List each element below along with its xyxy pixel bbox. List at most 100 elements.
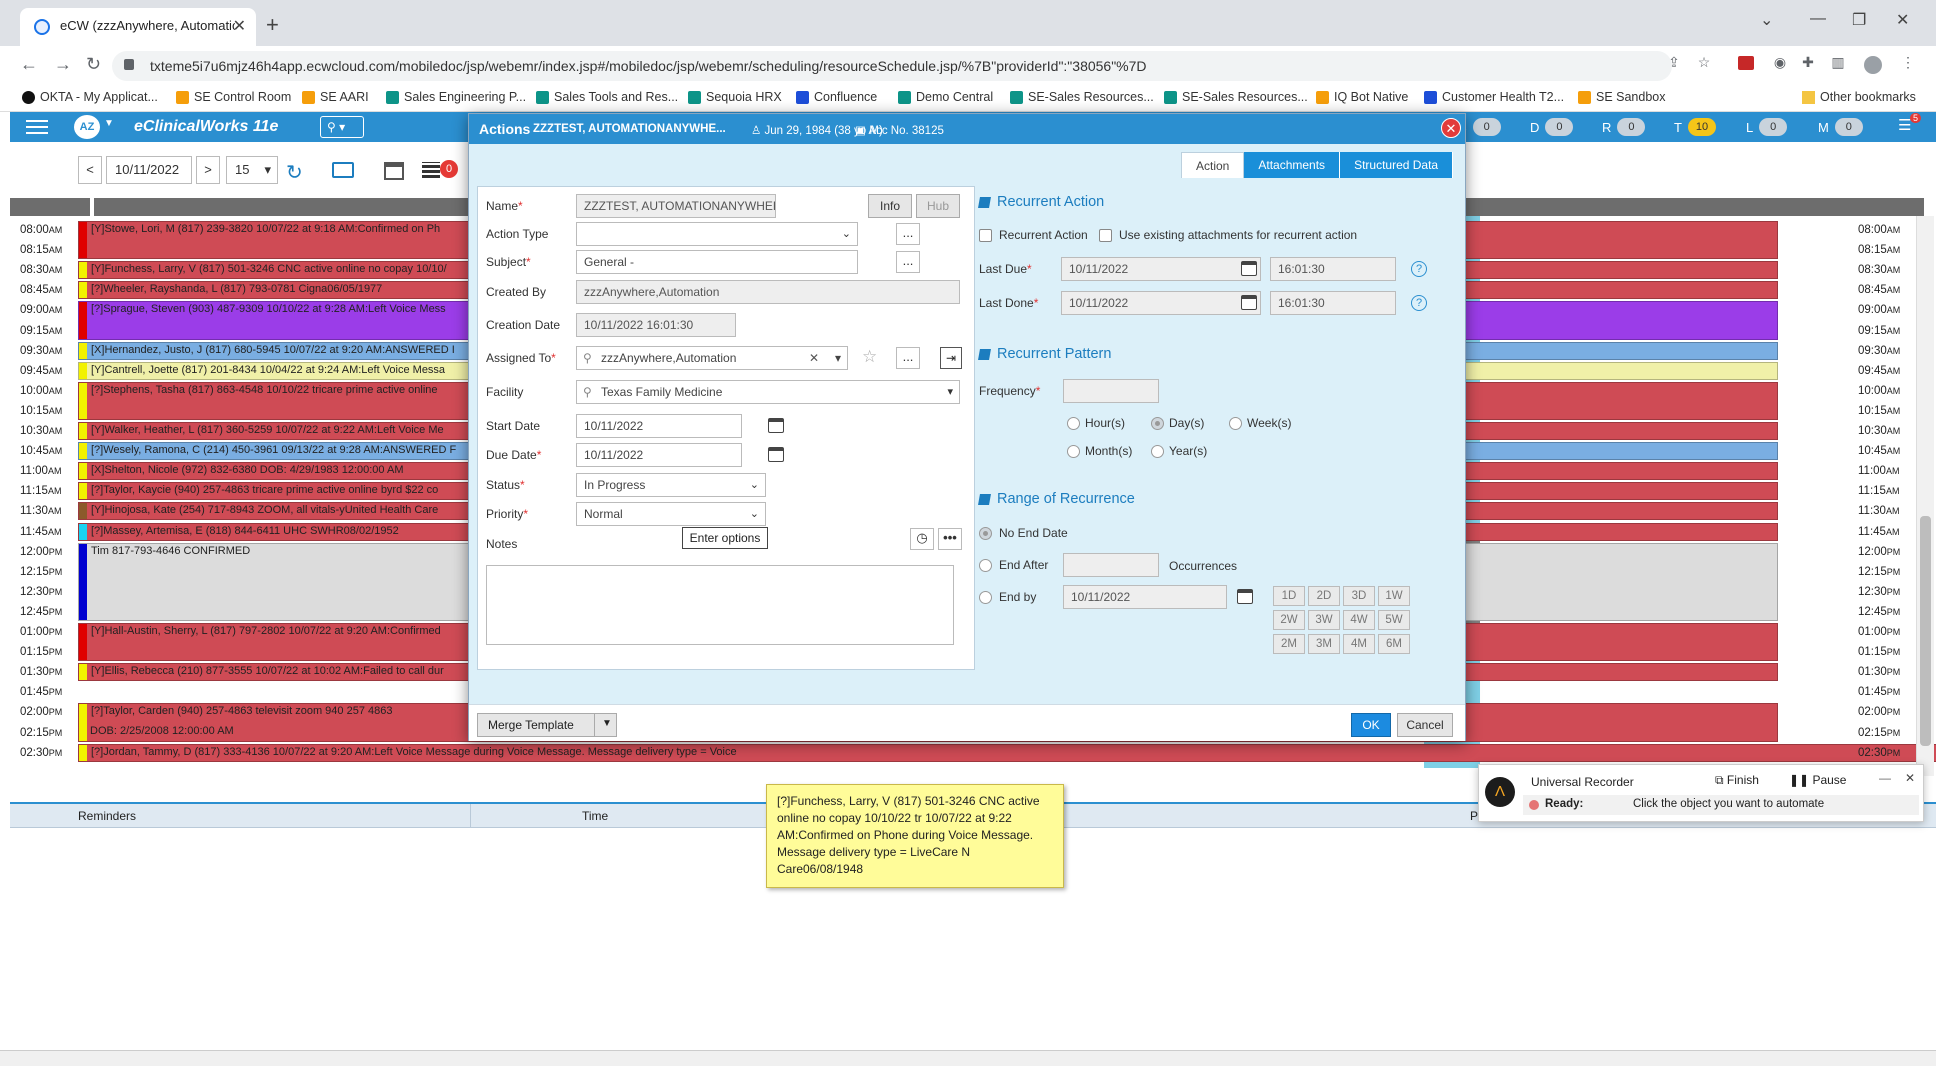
priority-select[interactable]: Normal ⌄ [576,502,766,526]
bookmark-item[interactable]: OKTA - My Applicat... [22,90,158,104]
calendar-icon[interactable] [768,447,784,462]
bookmark-item[interactable]: SE-Sales Resources... [1010,90,1154,104]
quick-range-1w-button[interactable]: 1W [1378,586,1410,606]
favorite-star-icon[interactable]: ☆ [862,347,877,367]
schedule-date-field[interactable]: 10/11/2022 [106,156,192,184]
quick-range-3w-button[interactable]: 3W [1308,610,1340,630]
quick-range-6m-button[interactable]: 6M [1378,634,1410,654]
end-by-date-field[interactable]: 10/11/2022 [1063,585,1227,609]
menu-kebab-icon[interactable]: ⋮ [1900,54,1916,70]
end-after-radio[interactable] [979,559,992,572]
browser-tab[interactable]: eCW (zzzAnywhere, Automation ✕ [20,8,256,46]
next-day-button[interactable]: > [196,156,220,184]
assign-to-self-icon[interactable]: ⇥ [940,347,962,369]
refresh-icon[interactable]: ↻ [286,160,303,185]
profile-avatar[interactable] [1864,56,1882,74]
due-date-field[interactable]: 10/11/2022 [576,443,742,467]
hamburger-menu-icon[interactable] [26,120,48,134]
action-type-select[interactable]: ⌄ [576,222,858,246]
pause-button[interactable]: ❚❚ Pause [1789,773,1846,787]
help-icon[interactable]: ? [1411,295,1427,311]
quick-range-5w-button[interactable]: 5W [1378,610,1410,630]
chevron-down-icon[interactable]: ▾ [835,347,841,369]
info-button[interactable]: Info [868,194,912,218]
last-due-time-field[interactable]: 16:01:30 [1270,257,1396,281]
hours-radio[interactable] [1067,417,1080,430]
bookmark-item[interactable]: Sales Tools and Res... [536,90,678,104]
dialog-close-icon[interactable]: ✕ [1441,118,1461,138]
calendar-icon[interactable] [1237,589,1253,604]
ok-button[interactable]: OK [1351,713,1391,737]
quick-range-4w-button[interactable]: 4W [1343,610,1375,630]
quick-range-3d-button[interactable]: 3D [1343,586,1375,606]
quick-range-1d-button[interactable]: 1D [1273,586,1305,606]
calendar-icon[interactable] [768,418,784,433]
minimize-icon[interactable]: — [1810,10,1826,28]
bookmark-item[interactable]: SE AARI [302,90,369,104]
interval-select[interactable]: 15 ▾ [226,156,278,184]
months-radio[interactable] [1067,445,1080,458]
subject-field[interactable]: General - [576,250,858,274]
last-due-date-field[interactable]: 10/11/2022 [1061,257,1261,281]
back-icon[interactable]: ← [20,54,38,75]
days-radio[interactable] [1151,417,1164,430]
bookmark-item[interactable]: SE Control Room [176,90,291,104]
url-text[interactable]: txteme5i7u6mjz46h4app.ecwcloud.com/mobil… [150,58,1147,74]
tab-attachments[interactable]: Attachments [1244,152,1341,178]
restore-icon[interactable]: ❐ [1852,10,1866,30]
bookmark-item[interactable]: Sequoia HRX [688,90,782,104]
counter-l[interactable]: L0 [1746,117,1788,137]
close-icon[interactable]: ✕ [1905,771,1915,785]
quick-range-2w-button[interactable]: 2W [1273,610,1305,630]
tab-action[interactable]: Action [1181,152,1245,178]
start-date-field[interactable]: 10/11/2022 [576,414,742,438]
window-close-icon[interactable]: ✕ [1896,10,1909,30]
user-avatar[interactable]: AZ [74,115,100,139]
patient-lookup-button[interactable]: ⚲ ▾ [320,116,364,138]
facility-select[interactable]: ⚲ Texas Family Medicine ▾ [576,380,960,404]
tab-close-icon[interactable]: ✕ [233,16,246,36]
appointment-block[interactable]: [?]Jordan, Tammy, D (817) 333-4136 10/07… [78,743,1936,762]
action-type-more-button[interactable]: ... [896,223,920,245]
subject-more-button[interactable]: ... [896,251,920,273]
years-radio[interactable] [1151,445,1164,458]
grid-view-icon[interactable] [422,162,440,178]
assigned-more-button[interactable]: ... [896,347,920,369]
frequency-field[interactable] [1063,379,1159,403]
forward-icon[interactable]: → [54,54,72,75]
bookmark-item[interactable]: Customer Health T2... [1424,90,1564,104]
share-icon[interactable]: ⇪ [1666,54,1682,70]
bookmark-item[interactable]: Demo Central [898,90,993,104]
counter-t[interactable]: T 10 [1674,117,1716,137]
end-after-field[interactable] [1063,553,1159,577]
cancel-button[interactable]: Cancel [1397,713,1453,737]
status-select[interactable]: In Progress ⌄ [576,473,766,497]
counter-d[interactable]: D0 [1530,117,1574,137]
merge-template-button[interactable]: Merge Template ▼ [477,713,617,737]
last-done-time-field[interactable]: 16:01:30 [1270,291,1396,315]
end-by-radio[interactable] [979,591,992,604]
assigned-to-field[interactable]: ⚲ zzzAnywhere,Automation ✕ ▾ [576,346,848,370]
chevron-down-icon[interactable]: ▼ [602,718,612,729]
notes-more-button[interactable]: ••• [938,528,962,550]
calendar-search-icon[interactable] [384,162,404,180]
chevron-down-icon[interactable]: ▼ [104,118,114,129]
quick-range-3m-button[interactable]: 3M [1308,634,1340,654]
no-end-date-radio[interactable] [979,527,992,540]
tab-search-icon[interactable]: ⌄ [1760,10,1773,30]
bookmark-item[interactable]: SE-Sales Resources... [1164,90,1308,104]
calendar-icon[interactable] [1241,261,1257,276]
other-bookmarks[interactable]: Other bookmarks [1802,90,1916,104]
clock-icon[interactable]: ◷ [910,528,934,550]
puzzle-icon[interactable]: ✚ [1800,54,1816,70]
use-attachments-checkbox[interactable] [1099,229,1112,242]
counter-r[interactable]: R0 [1602,117,1646,137]
bookmark-item[interactable]: IQ Bot Native [1316,90,1408,104]
extension-red-icon[interactable] [1738,56,1754,70]
bookmark-item[interactable]: Sales Engineering P... [386,90,526,104]
reload-icon[interactable]: ↻ [86,54,101,75]
counter-m[interactable]: M0 [1818,117,1863,137]
bookmark-item[interactable]: Confluence [796,90,877,104]
finish-button[interactable]: ⧉ Finish [1715,773,1759,788]
omnibox[interactable]: txteme5i7u6mjz46h4app.ecwcloud.com/mobil… [112,51,1672,81]
